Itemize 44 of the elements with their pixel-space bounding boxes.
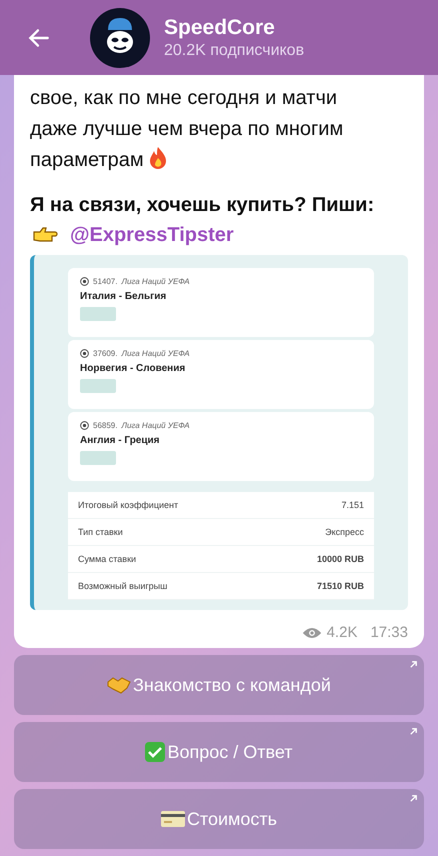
soccer-ball-icon — [80, 277, 89, 286]
summary-label: Возможный выигрыш — [78, 581, 168, 591]
odds-chip — [80, 307, 116, 321]
inline-button[interactable]: Знакомство с командой — [14, 655, 424, 715]
league-name: Лига Наций УЕФА — [121, 277, 190, 286]
summary-value: 7.151 — [341, 500, 364, 510]
summary-label: Сумма ставки — [78, 554, 136, 564]
summary-value: 71510 RUB — [316, 581, 364, 591]
pointing-hand-icon — [32, 227, 58, 243]
league-name: Лига Наций УЕФА — [121, 349, 190, 358]
message-text: свое, как по мне сегодня и матчи — [30, 87, 338, 109]
match-number: 51407. — [93, 277, 118, 286]
subscriber-count: 20.2K подписчиков — [164, 42, 304, 60]
arrow-icon — [409, 727, 418, 736]
inline-button[interactable]: Вопрос / Ответ — [14, 722, 424, 782]
view-count: 4.2K — [326, 624, 358, 641]
arrow-icon — [409, 794, 418, 803]
message-text: параметрам — [30, 149, 144, 171]
username-link[interactable]: @ExpressTipster — [70, 221, 234, 249]
soccer-ball-icon — [80, 421, 89, 430]
match-number: 37609. — [93, 349, 118, 358]
credit-card-icon — [160, 811, 185, 827]
odds-chip — [80, 451, 116, 465]
odds-chip — [80, 379, 116, 393]
call-to-action: Я на связи, хочешь купить? Пиши: — [30, 193, 376, 218]
match-number: 56859. — [93, 421, 118, 430]
summary-label: Итоговый коэффициент — [78, 500, 178, 510]
robot-avatar-icon[interactable] — [90, 8, 150, 68]
match-teams: Италия - Бельгия — [80, 291, 168, 302]
check-icon — [145, 742, 166, 762]
match-teams: Англия - Греция — [80, 435, 160, 446]
match-teams: Норвегия - Словения — [80, 363, 186, 374]
inline-button[interactable]: Стоимость — [14, 789, 424, 849]
arrow-icon — [409, 660, 418, 669]
summary-label: Тип ставки — [78, 527, 123, 537]
summary-value: 10000 RUB — [316, 554, 364, 564]
league-name: Лига Наций УЕФА — [121, 421, 190, 430]
message-text: даже лучше чем вчера по многим — [30, 118, 344, 140]
fire-icon — [148, 146, 168, 170]
summary-value: Экспресс — [325, 527, 364, 537]
channel-title: SpeedCore — [164, 16, 276, 40]
eye-icon — [302, 626, 322, 640]
soccer-ball-icon — [80, 349, 89, 358]
message-time: 17:33 — [370, 624, 408, 641]
